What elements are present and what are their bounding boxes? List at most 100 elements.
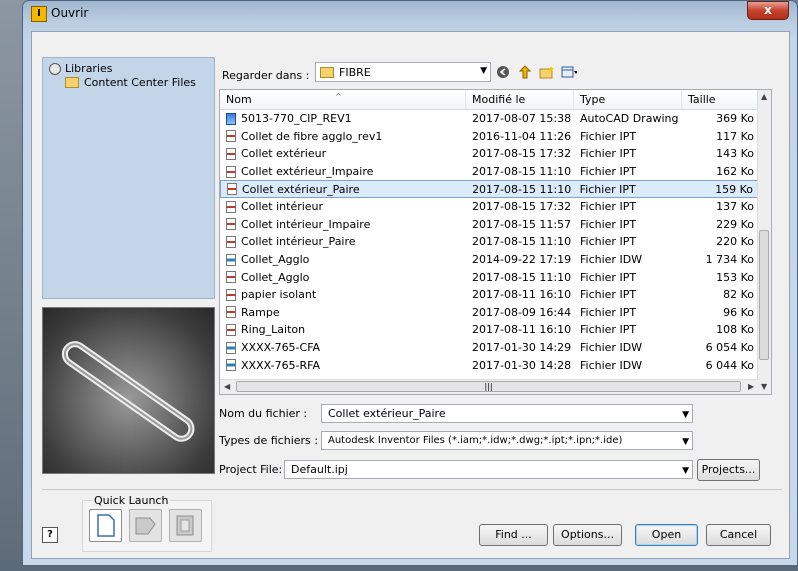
horizontal-scrollbar[interactable]: ◀ ||| ▶ xyxy=(220,379,760,394)
open-drawing-button[interactable] xyxy=(129,509,162,542)
window-title: Ouvrir xyxy=(51,6,89,20)
table-row[interactable]: Collet intérieur 2017-08-15 17:32 Fichier … xyxy=(220,198,760,216)
sort-ascending-icon: ^ xyxy=(335,92,342,101)
quick-launch-label: Quick Launch xyxy=(92,494,171,507)
ipt-file-icon xyxy=(226,130,236,143)
ipt-file-icon xyxy=(227,183,237,196)
table-row[interactable]: Collet extérieur 2017-08-15 17:32 Fichier … xyxy=(220,145,760,163)
scroll-right-icon[interactable]: ▶ xyxy=(748,382,754,391)
close-button[interactable]: x xyxy=(747,1,789,20)
file-name-cell: Rampe xyxy=(220,306,466,319)
cancel-button[interactable]: Cancel xyxy=(706,524,771,546)
back-icon[interactable] xyxy=(495,65,511,79)
table-row[interactable]: Collet_Agglo 2017-08-15 11:10 Fichier IPT 1… xyxy=(220,268,760,286)
file-name: Collet extérieur_Paire xyxy=(242,182,360,196)
ipt-file-icon xyxy=(226,323,236,336)
file-name-cell: Collet extérieur_Impaire xyxy=(220,165,466,178)
file-name-cell: papier isolant xyxy=(220,288,466,301)
table-row[interactable]: Collet intérieur_Paire 2017-08-15 11:10 Fi… xyxy=(220,233,760,251)
modified-date-cell: 2017-08-11 16:10 xyxy=(472,323,572,337)
tree-item-libraries[interactable]: Libraries xyxy=(49,62,113,75)
file-name-cell: Collet extérieur_Paire xyxy=(221,183,466,196)
help-button[interactable]: ? xyxy=(42,527,58,543)
horizontal-scroll-thumb[interactable]: ||| xyxy=(236,381,741,392)
file-types-dropdown[interactable]: Autodesk Inventor Files (*.iam;*.idw;*.d… xyxy=(321,431,693,450)
file-type-cell: Fichier IDW xyxy=(580,358,643,372)
project-file-dropdown[interactable]: Default.ipj ▼ xyxy=(284,460,693,479)
chevron-down-icon: ▼ xyxy=(480,66,487,76)
file-type-cell: Fichier IPT xyxy=(580,129,637,143)
file-list[interactable]: Nom ^ Modifié le Type Taille 5013-770_CI… xyxy=(219,89,772,395)
column-header-date[interactable]: Modifié le xyxy=(466,90,574,109)
tree-item-content-center-files[interactable]: Content Center Files xyxy=(65,76,196,89)
find-button[interactable]: Find ... xyxy=(479,524,548,546)
file-name: Collet extérieur xyxy=(241,147,327,161)
file-name: 5013-770_CIP_REV1 xyxy=(241,112,352,126)
table-row[interactable]: XXXX-765-RFA 2017-01-30 14:28 Fichier IDW 6… xyxy=(220,356,760,374)
up-folder-icon[interactable] xyxy=(517,65,533,79)
file-type-cell: Fichier IPT xyxy=(579,182,636,196)
modified-date-cell: 2017-08-15 11:10 xyxy=(472,182,572,196)
ipt-file-icon xyxy=(226,271,236,284)
file-type-cell: Fichier IPT xyxy=(580,217,637,231)
new-file-button[interactable] xyxy=(89,509,122,542)
modified-date-cell: 2017-08-09 16:44 xyxy=(472,305,572,319)
table-row[interactable]: papier isolant 2017-08-11 16:10 Fichier IP… xyxy=(220,286,760,304)
file-size-cell: 229 Ko xyxy=(716,217,754,231)
table-row[interactable]: Collet intérieur_Impaire 2017-08-15 11:57… xyxy=(220,216,760,234)
file-type-cell: Fichier IPT xyxy=(580,200,637,214)
projects-quick-button[interactable] xyxy=(169,509,202,542)
open-dialog: I Ouvrir x Libraries Content Center File… xyxy=(22,0,798,566)
title-bar[interactable]: I Ouvrir x xyxy=(23,1,797,31)
ipt-file-icon xyxy=(226,200,236,213)
new-file-icon xyxy=(97,514,115,537)
file-size-cell: 6 044 Ko xyxy=(705,358,754,372)
vertical-scroll-thumb[interactable] xyxy=(759,230,769,360)
look-in-dropdown[interactable]: FIBRE ▼ xyxy=(315,62,491,82)
modified-date-cell: 2014-09-22 17:19 xyxy=(472,253,572,267)
file-type-cell: AutoCAD Drawing xyxy=(580,112,679,126)
filename-input[interactable]: Collet extérieur_Paire ▼ xyxy=(321,404,693,423)
view-menu-icon[interactable] xyxy=(561,65,577,79)
table-row[interactable]: Collet de fibre agglo_rev1 2016-11-04 11:… xyxy=(220,128,760,146)
file-size-cell: 162 Ko xyxy=(716,165,754,179)
scroll-down-icon[interactable]: ▼ xyxy=(761,382,767,391)
table-row[interactable]: Collet extérieur_Paire 2017-08-15 11:10 Fi… xyxy=(220,180,760,198)
file-type-cell: Fichier IPT xyxy=(580,323,637,337)
chevron-down-icon[interactable]: ▼ xyxy=(682,407,689,424)
table-row[interactable]: Rampe 2017-08-09 16:44 Fichier IPT 96 Ko xyxy=(220,304,760,322)
scroll-left-icon[interactable]: ◀ xyxy=(224,382,230,391)
table-row[interactable]: Ring_Laiton 2017-08-11 16:10 Fichier IPT 10… xyxy=(220,321,760,339)
file-name: XXXX-765-CFA xyxy=(241,341,321,355)
table-row[interactable]: XXXX-765-CFA 2017-01-30 14:29 Fichier IDW 6… xyxy=(220,339,760,357)
open-button[interactable]: Open xyxy=(635,524,698,546)
file-name-cell: Collet extérieur xyxy=(220,147,466,160)
ipt-file-icon xyxy=(226,218,236,231)
file-name: papier isolant xyxy=(241,288,317,302)
folder-icon xyxy=(320,66,334,78)
look-in-label: Regarder dans : xyxy=(222,69,310,82)
scroll-up-icon[interactable]: ▲ xyxy=(761,92,767,101)
file-name: Collet extérieur_Impaire xyxy=(241,165,374,179)
new-folder-icon[interactable] xyxy=(539,65,555,79)
modified-date-cell: 2017-08-07 15:38 xyxy=(472,112,572,126)
options-button[interactable]: Options... xyxy=(553,524,622,546)
vertical-scrollbar[interactable]: ▲ ▼ xyxy=(757,90,771,394)
separator xyxy=(42,489,782,490)
file-size-cell: 6 054 Ko xyxy=(705,341,754,355)
column-header-name[interactable]: Nom ^ xyxy=(220,90,466,109)
column-header-size[interactable]: Taille xyxy=(682,90,760,109)
folder-icon xyxy=(65,77,79,88)
file-type-cell: Fichier IPT xyxy=(580,165,637,179)
modified-date-cell: 2017-01-30 14:28 xyxy=(472,358,572,372)
column-header-type[interactable]: Type xyxy=(574,90,682,109)
modified-date-cell: 2017-08-15 11:57 xyxy=(472,217,572,231)
ipt-file-icon xyxy=(226,165,236,178)
modified-date-cell: 2017-08-15 17:32 xyxy=(472,200,572,214)
table-row[interactable]: Collet extérieur_Impaire 2017-08-15 11:10… xyxy=(220,163,760,181)
file-type-cell: Fichier IPT xyxy=(580,235,637,249)
table-row[interactable]: 5013-770_CIP_REV1 2017-08-07 15:38 AutoCAD… xyxy=(220,110,760,128)
table-row[interactable]: Collet_Agglo 2014-09-22 17:19 Fichier IDW 1… xyxy=(220,251,760,269)
projects-button[interactable]: Projects... xyxy=(697,459,760,481)
filename-value: Collet extérieur_Paire xyxy=(328,407,446,420)
